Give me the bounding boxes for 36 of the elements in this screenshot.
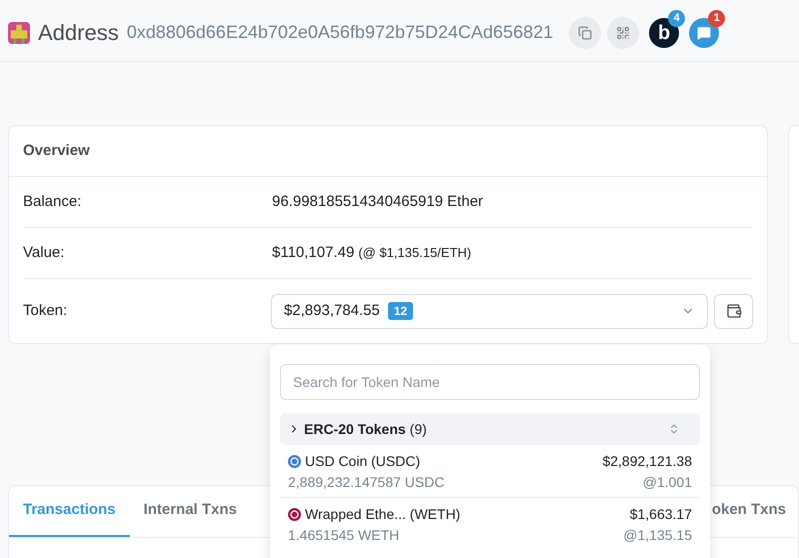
token-name: Wrapped Ethe... (WETH)	[305, 505, 460, 523]
qr-code-button[interactable]	[607, 16, 640, 48]
token-rate: @1,135.15	[623, 526, 692, 544]
price-note: (@ $1,135.15/ETH)	[358, 244, 472, 262]
field-label: Value:	[23, 242, 66, 263]
token-rate: @1.001	[642, 473, 692, 491]
wallet-button[interactable]	[714, 294, 754, 328]
wallet-icon	[726, 303, 742, 319]
token-value: $2,892,121.38	[602, 452, 692, 470]
copy-button[interactable]	[569, 16, 602, 48]
field-value: $110,107.49	[272, 242, 354, 263]
page-title: Address	[38, 19, 119, 47]
tab[interactable]: Internal Txns	[130, 486, 251, 537]
card-title: Overview	[9, 126, 767, 177]
token-amount: 2,889,232.147587 USDC	[288, 473, 444, 491]
token-value: $1,663.17	[630, 505, 692, 523]
chat-icon	[697, 26, 712, 40]
token-dropdown[interactable]: $2,893,784.55 12	[270, 294, 708, 328]
count-badge: 1	[708, 10, 726, 26]
field-label: Balance:	[23, 192, 82, 212]
sort-icon	[668, 423, 680, 435]
address-text: 0xd8806d66E24b702e0A56fb972b75D24CAd656821	[126, 21, 554, 44]
token-amount: 1.4651545 WETH	[288, 526, 400, 544]
tab[interactable]: oken Txns	[698, 486, 798, 537]
copy-icon	[578, 26, 592, 40]
identicon-icon	[8, 22, 30, 44]
qr-code-icon	[616, 26, 630, 40]
token-item[interactable]: Wrapped Ethe... (WETH) 1.4651545 WETH $1,663.17 @1,135.15	[280, 498, 700, 550]
search-field[interactable]: Search for Token Name	[280, 364, 700, 400]
field-value: 96.998185514340465919 Ether	[272, 192, 484, 212]
count-badge: 4	[668, 10, 686, 26]
token-item[interactable]: USD Coin (USDC) 2,889,232.147587 USDC $2,892,121.38 @1.001	[280, 445, 700, 498]
count-badge: 12	[388, 302, 414, 320]
token-group-header[interactable]: ERC-20 Tokens (9)	[280, 413, 700, 445]
token-name: USD Coin (USDC)	[305, 452, 420, 470]
field-label: Token:	[23, 300, 68, 321]
